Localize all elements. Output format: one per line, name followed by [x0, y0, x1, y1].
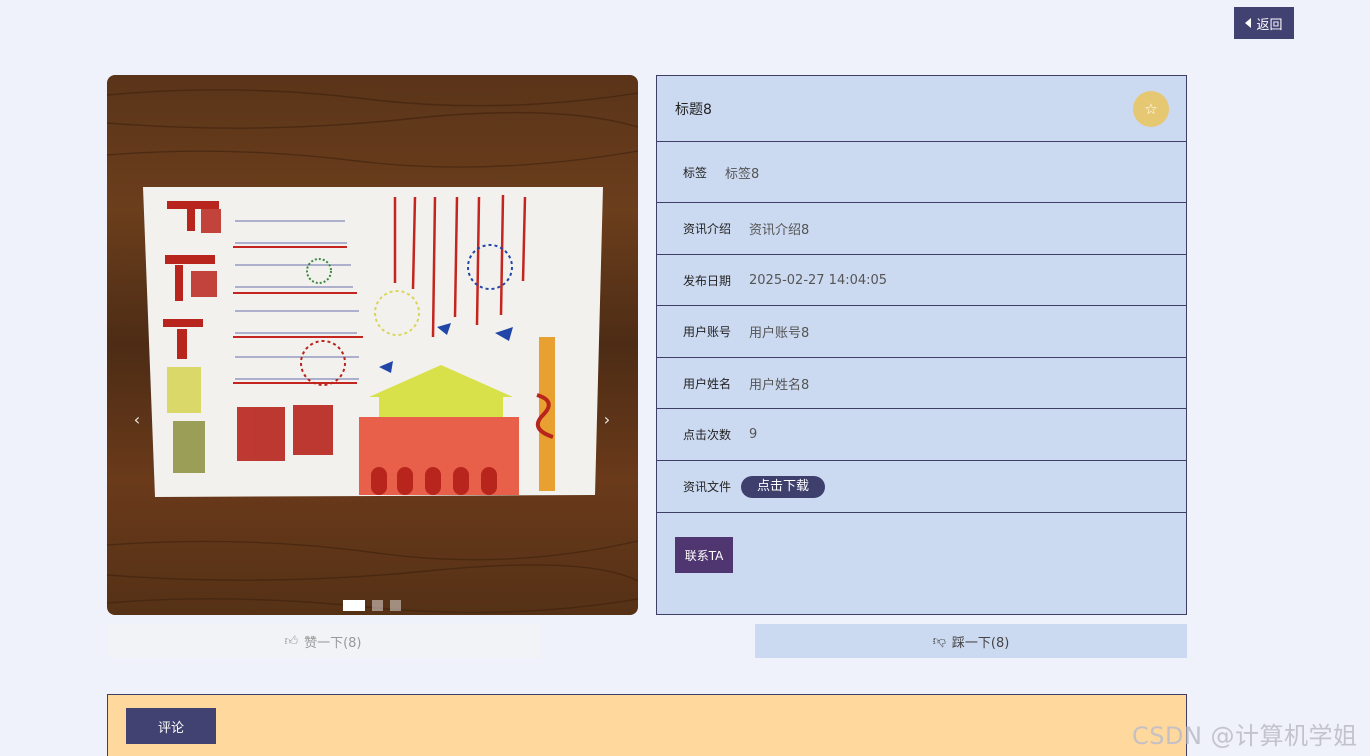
watermark: CSDN @计算机学姐 — [1132, 722, 1358, 750]
contact-button[interactable]: 联系TA — [675, 537, 733, 573]
carousel-prev-button[interactable]: ‹ — [127, 408, 147, 430]
comment-section: 评论 — [107, 694, 1187, 756]
detail-title: 标题8 — [675, 101, 712, 118]
back-button[interactable]: 返回 — [1234, 7, 1294, 39]
field-label: 用户账号 — [683, 325, 732, 339]
field-value: 用户账号8 — [749, 326, 810, 341]
thumbs-down-icon: 👎︎ — [932, 633, 946, 649]
carousel-next-button[interactable]: › — [597, 408, 617, 430]
carousel-dot[interactable] — [390, 600, 401, 611]
field-row-date: 发布日期 2025-02-27 14:04:05 — [657, 255, 1186, 306]
detail-header: 标题8 ☆ — [657, 76, 1186, 142]
like-button[interactable]: 👍︎ 赞一下(8) — [107, 624, 539, 658]
dislike-label: 踩一下(8) — [951, 635, 1010, 651]
caret-left-icon — [1245, 18, 1252, 28]
field-value: 标签8 — [725, 166, 760, 182]
carousel-dot[interactable] — [343, 600, 365, 611]
page: 返回 ‹ › 标题8 ☆ 标签 标签8 资讯介绍 资讯介绍8 发布日期 2025… — [0, 0, 1370, 756]
field-value: 资讯介绍8 — [749, 223, 810, 238]
field-label: 资讯介绍 — [683, 222, 732, 236]
comment-tab[interactable]: 评论 — [126, 708, 216, 744]
detail-panel: 标题8 ☆ 标签 标签8 资讯介绍 资讯介绍8 发布日期 2025-02-27 … — [656, 75, 1187, 615]
field-label: 用户姓名 — [683, 376, 732, 391]
download-button[interactable]: 点击下载 — [741, 475, 826, 498]
star-icon: ☆ — [1144, 100, 1158, 118]
dislike-button[interactable]: 👎︎ 踩一下(8) — [755, 624, 1187, 658]
field-row-account: 用户账号 用户账号8 — [657, 306, 1186, 358]
carousel-indicators — [343, 600, 401, 611]
field-row-intro: 资讯介绍 资讯介绍8 — [657, 203, 1186, 255]
field-row-name: 用户姓名 用户姓名8 — [657, 358, 1186, 409]
favorite-button[interactable]: ☆ — [1133, 91, 1169, 127]
field-row-tag: 标签 标签8 — [657, 142, 1186, 203]
image-carousel[interactable]: ‹ › — [107, 75, 638, 615]
like-label: 赞一下(8) — [304, 635, 362, 651]
thumbs-up-icon: 👍︎ — [284, 633, 299, 649]
field-label: 标签 — [683, 165, 708, 180]
field-row-clicks: 点击次数 9 — [657, 409, 1186, 461]
field-row-file: 资讯文件 点击下载 — [657, 461, 1186, 513]
carousel-image — [107, 89, 638, 614]
carousel-dot[interactable] — [372, 600, 383, 611]
back-button-label: 返回 — [1256, 17, 1283, 33]
field-label: 发布日期 — [683, 273, 732, 288]
field-value: 9 — [749, 427, 758, 442]
field-label: 点击次数 — [683, 428, 732, 442]
field-value: 2025-02-27 14:04:05 — [749, 272, 888, 288]
field-value: 用户姓名8 — [749, 377, 810, 393]
field-label: 资讯文件 — [683, 480, 732, 494]
